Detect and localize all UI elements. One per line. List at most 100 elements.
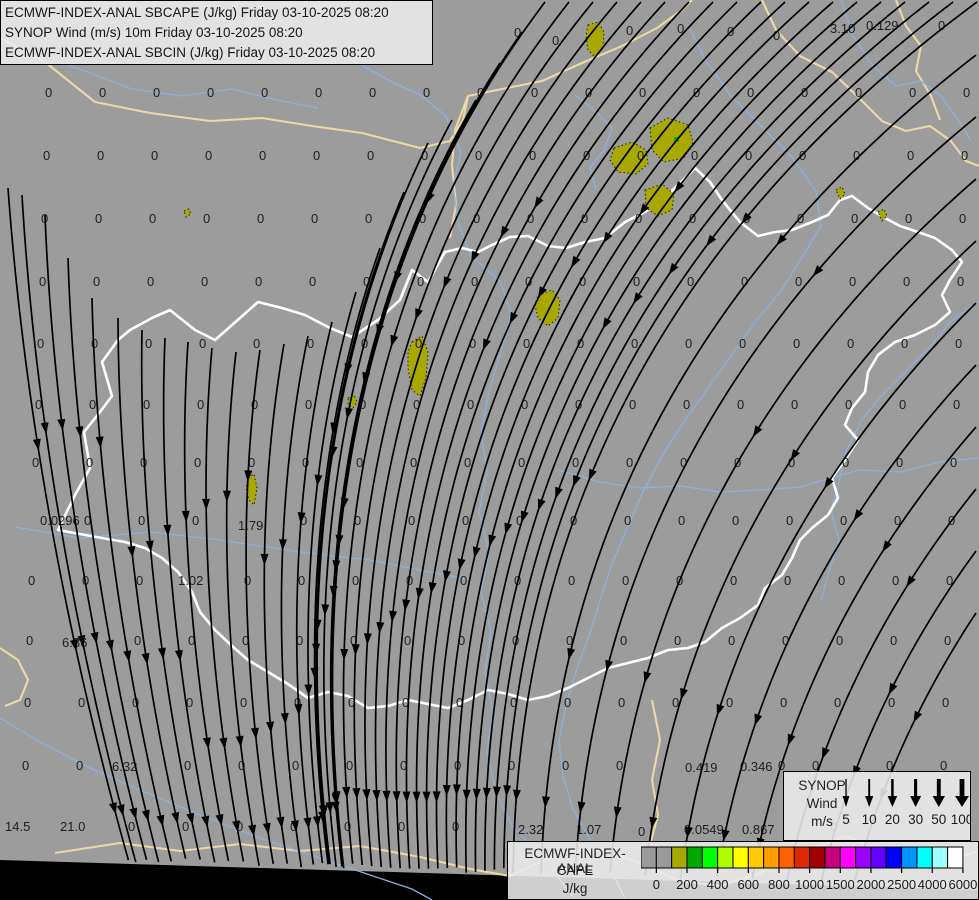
title-line-wind: SYNOP Wind (m/s) 10m Friday 03-10-2025 0… bbox=[5, 23, 428, 43]
station-value: 0 bbox=[151, 148, 158, 163]
station-value: 0 bbox=[909, 85, 916, 100]
cape-tick-label: 400 bbox=[707, 877, 729, 892]
cape-tick-label: 1500 bbox=[826, 877, 855, 892]
station-value: 0 bbox=[847, 336, 854, 351]
station-value: 0 bbox=[626, 455, 633, 470]
station-value: 21.0 bbox=[60, 819, 85, 834]
cape-swatch bbox=[672, 847, 687, 868]
station-value: 0 bbox=[834, 695, 841, 710]
station-value: 0 bbox=[184, 758, 191, 773]
wind-speed-label: 50 bbox=[931, 812, 946, 827]
station-value: 0 bbox=[737, 397, 744, 412]
weather-map: 3.100.12900.02961.791.026.366.320.4190.3… bbox=[0, 0, 979, 900]
station-value: 0 bbox=[313, 148, 320, 163]
station-value: 0 bbox=[674, 633, 681, 648]
cape-tick-label: 6000 bbox=[948, 877, 977, 892]
station-value: 0 bbox=[955, 336, 962, 351]
station-value: 0 bbox=[22, 758, 29, 773]
station-value: 0 bbox=[942, 695, 949, 710]
station-value: 0 bbox=[315, 85, 322, 100]
station-value: 0 bbox=[838, 573, 845, 588]
station-value: 0 bbox=[907, 148, 914, 163]
station-value: 0 bbox=[616, 758, 623, 773]
station-value: 0 bbox=[685, 336, 692, 351]
cape-color-bar: 0200400600800100015002000250040006000 bbox=[641, 845, 979, 897]
station-value: 0 bbox=[618, 695, 625, 710]
station-value: 0 bbox=[201, 274, 208, 289]
cape-swatch bbox=[948, 847, 963, 868]
wind-speed-legend: SYNOP Wind m/s 510203050100 bbox=[783, 771, 971, 841]
cape-swatch bbox=[702, 847, 717, 868]
station-value: 0 bbox=[901, 336, 908, 351]
wind-arrow-icon bbox=[955, 796, 969, 807]
station-value: 0 bbox=[257, 211, 264, 226]
station-value: 0 bbox=[691, 148, 698, 163]
station-value: 0 bbox=[369, 85, 376, 100]
wind-speed-label: 30 bbox=[908, 812, 923, 827]
station-value: 0 bbox=[795, 274, 802, 289]
cape-swatch bbox=[871, 847, 886, 868]
cape-swatch bbox=[764, 847, 779, 868]
cape-tick-label: 1000 bbox=[795, 877, 824, 892]
station-value: 0 bbox=[205, 148, 212, 163]
station-value: 0 bbox=[199, 336, 206, 351]
cape-tick-label: 2500 bbox=[887, 877, 916, 892]
station-value: 0 bbox=[747, 85, 754, 100]
title-line-sbcape: ECMWF-INDEX-ANAL SBCAPE (J/kg) Friday 03… bbox=[5, 3, 428, 23]
station-value: 0 bbox=[462, 513, 469, 528]
station-value: 0 bbox=[143, 397, 150, 412]
cape-swatch bbox=[733, 847, 748, 868]
station-value: 0 bbox=[572, 455, 579, 470]
station-value: 0 bbox=[953, 397, 960, 412]
station-value: 0 bbox=[730, 573, 737, 588]
station-value: 0 bbox=[259, 148, 266, 163]
cape-legend-unit: J/kg bbox=[508, 881, 642, 896]
station-value: 0 bbox=[903, 274, 910, 289]
station-value: 0 bbox=[292, 758, 299, 773]
station-value: 0 bbox=[145, 336, 152, 351]
station-value: 0 bbox=[32, 455, 39, 470]
cape-tick-label: 800 bbox=[768, 877, 790, 892]
station-value: 0 bbox=[346, 758, 353, 773]
station-value: 0 bbox=[562, 758, 569, 773]
station-value: 2.32 bbox=[518, 822, 543, 837]
station-value: 0 bbox=[136, 573, 143, 588]
wind-speed-label: 100 bbox=[951, 812, 970, 827]
station-value: 0 bbox=[518, 455, 525, 470]
station-value: 0 bbox=[728, 633, 735, 648]
station-value: 0 bbox=[365, 211, 372, 226]
station-value: 0 bbox=[305, 397, 312, 412]
station-value: 0 bbox=[678, 513, 685, 528]
station-value: 0 bbox=[638, 824, 645, 839]
station-value: 0 bbox=[128, 819, 135, 834]
cape-swatch bbox=[656, 847, 671, 868]
cape-swatch bbox=[718, 847, 733, 868]
station-value: 0 bbox=[639, 85, 646, 100]
station-value: 0 bbox=[624, 513, 631, 528]
station-value: 0 bbox=[564, 695, 571, 710]
station-value: 0 bbox=[203, 211, 210, 226]
station-value: 0 bbox=[153, 85, 160, 100]
station-value: 0 bbox=[367, 148, 374, 163]
cape-swatch bbox=[902, 847, 917, 868]
wind-arrow-icon bbox=[888, 796, 898, 807]
cape-swatch bbox=[886, 847, 901, 868]
station-value: 0 bbox=[410, 455, 417, 470]
station-value: 0 bbox=[961, 148, 968, 163]
station-value: 0 bbox=[26, 633, 33, 648]
station-value: 0 bbox=[76, 758, 83, 773]
station-value: 0 bbox=[793, 336, 800, 351]
cape-swatch bbox=[917, 847, 932, 868]
station-value: 0 bbox=[899, 397, 906, 412]
station-value: 0 bbox=[408, 513, 415, 528]
station-value: 0 bbox=[631, 336, 638, 351]
station-value: 0 bbox=[963, 85, 970, 100]
wind-speed-label: 5 bbox=[842, 812, 850, 827]
station-value: 0 bbox=[261, 85, 268, 100]
station-value: 0 bbox=[197, 397, 204, 412]
station-value: 0 bbox=[99, 85, 106, 100]
station-value: 0 bbox=[944, 633, 951, 648]
station-value: 0 bbox=[182, 819, 189, 834]
cape-swatch bbox=[794, 847, 809, 868]
station-value: 0 bbox=[194, 455, 201, 470]
